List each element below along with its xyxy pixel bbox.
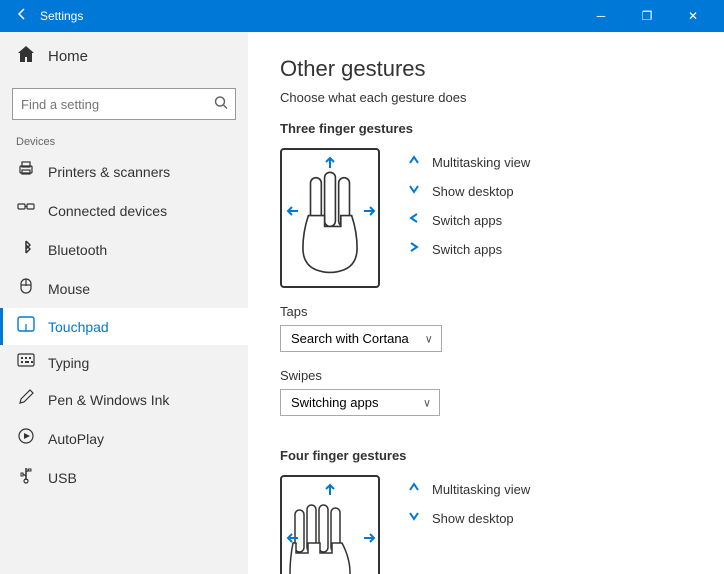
- gesture-option-0: Multitasking view: [404, 152, 530, 173]
- search-icon: [214, 96, 228, 113]
- taps-value: Search with Cortana: [291, 331, 409, 346]
- four-finger-arrow-right: [362, 531, 376, 548]
- four-down-arrow-icon: [404, 508, 424, 529]
- back-button[interactable]: [8, 3, 36, 29]
- content-area: Other gestures Choose what each gesture …: [248, 32, 724, 574]
- printer-icon: [16, 160, 36, 183]
- right-arrow-icon: [404, 239, 424, 260]
- minimize-button[interactable]: ─: [578, 0, 624, 32]
- four-finger-option-1: Show desktop: [404, 508, 530, 529]
- window-controls: ─ ❐ ✕: [578, 0, 716, 32]
- four-finger-arrow-up: [323, 483, 337, 502]
- sidebar-item-bluetooth[interactable]: Bluetooth: [0, 230, 248, 269]
- gesture-option-2: Switch apps: [404, 210, 530, 231]
- bluetooth-icon: [16, 238, 36, 261]
- typing-label: Typing: [48, 355, 89, 371]
- pen-label: Pen & Windows Ink: [48, 392, 169, 408]
- sidebar: Home Devices Printers & scanners Connect…: [0, 32, 248, 574]
- four-finger-section: Four finger gestures: [280, 448, 692, 574]
- gesture-option-label-3: Switch apps: [432, 242, 502, 257]
- printers-label: Printers & scanners: [48, 164, 170, 180]
- sidebar-item-connected[interactable]: Connected devices: [0, 191, 248, 230]
- three-finger-gesture-area: Multitasking view Show desktop Switch ap…: [280, 148, 692, 288]
- four-finger-option-label-0: Multitasking view: [432, 482, 530, 497]
- taps-dropdown[interactable]: Search with Cortana: [280, 325, 442, 352]
- page-subtitle: Choose what each gesture does: [280, 90, 692, 105]
- sidebar-item-autoplay[interactable]: AutoPlay: [0, 419, 248, 458]
- mouse-icon: [16, 277, 36, 300]
- swipes-section: Swipes Switching apps: [280, 368, 692, 432]
- connected-label: Connected devices: [48, 203, 167, 219]
- sidebar-item-printers[interactable]: Printers & scanners: [0, 152, 248, 191]
- gesture-option-label-0: Multitasking view: [432, 155, 530, 170]
- sidebar-item-home[interactable]: Home: [0, 32, 248, 80]
- typing-icon: [16, 353, 36, 372]
- swipes-label: Swipes: [280, 368, 692, 383]
- connected-icon: [16, 199, 36, 222]
- gesture-option-label-1: Show desktop: [432, 184, 514, 199]
- titlebar-title: Settings: [40, 9, 578, 23]
- home-icon: [16, 44, 36, 68]
- autoplay-label: AutoPlay: [48, 431, 104, 447]
- gesture-option-label-2: Switch apps: [432, 213, 502, 228]
- down-arrow-icon: [404, 181, 424, 202]
- left-arrow-icon: [404, 210, 424, 231]
- page-title: Other gestures: [280, 56, 692, 82]
- four-finger-option-0: Multitasking view: [404, 479, 530, 500]
- restore-button[interactable]: ❐: [624, 0, 670, 32]
- up-arrow-icon: [404, 152, 424, 173]
- bluetooth-label: Bluetooth: [48, 242, 107, 258]
- home-label: Home: [48, 48, 88, 65]
- four-finger-options: Multitasking view Show desktop: [404, 479, 530, 529]
- touchpad-label: Touchpad: [48, 319, 109, 335]
- titlebar: Settings ─ ❐ ✕: [0, 0, 724, 32]
- four-up-arrow-icon: [404, 479, 424, 500]
- three-finger-heading: Three finger gestures: [280, 121, 692, 136]
- usb-icon: [16, 466, 36, 489]
- mouse-label: Mouse: [48, 281, 90, 297]
- gesture-option-3: Switch apps: [404, 239, 530, 260]
- search-input[interactable]: [12, 88, 236, 120]
- taps-section: Taps Search with Cortana: [280, 304, 692, 368]
- sidebar-item-touchpad[interactable]: Touchpad: [0, 308, 248, 345]
- touchpad-icon: [16, 316, 36, 337]
- pen-icon: [16, 388, 36, 411]
- sidebar-item-usb[interactable]: USB: [0, 458, 248, 497]
- four-finger-heading: Four finger gestures: [280, 448, 692, 463]
- gesture-arrow-up: [323, 156, 337, 175]
- close-button[interactable]: ✕: [670, 0, 716, 32]
- gesture-arrow-left: [286, 204, 300, 221]
- main-container: Home Devices Printers & scanners Connect…: [0, 32, 724, 574]
- sidebar-item-typing[interactable]: Typing: [0, 345, 248, 380]
- swipes-dropdown[interactable]: Switching apps: [280, 389, 440, 416]
- autoplay-icon: [16, 427, 36, 450]
- three-finger-gesture-illustration: [280, 148, 380, 288]
- gesture-arrow-right: [362, 204, 376, 221]
- sidebar-item-pen[interactable]: Pen & Windows Ink: [0, 380, 248, 419]
- taps-label: Taps: [280, 304, 692, 319]
- four-finger-option-label-1: Show desktop: [432, 511, 514, 526]
- devices-section-label: Devices: [0, 128, 248, 152]
- gesture-option-1: Show desktop: [404, 181, 530, 202]
- usb-label: USB: [48, 470, 77, 486]
- four-finger-gesture-illustration: [280, 475, 380, 574]
- three-finger-options: Multitasking view Show desktop Switch ap…: [404, 152, 530, 260]
- four-finger-gesture-area: Multitasking view Show desktop: [280, 475, 692, 574]
- four-finger-arrow-left: [286, 531, 300, 548]
- swipes-value: Switching apps: [291, 395, 378, 410]
- search-box: [12, 88, 236, 120]
- sidebar-item-mouse[interactable]: Mouse: [0, 269, 248, 308]
